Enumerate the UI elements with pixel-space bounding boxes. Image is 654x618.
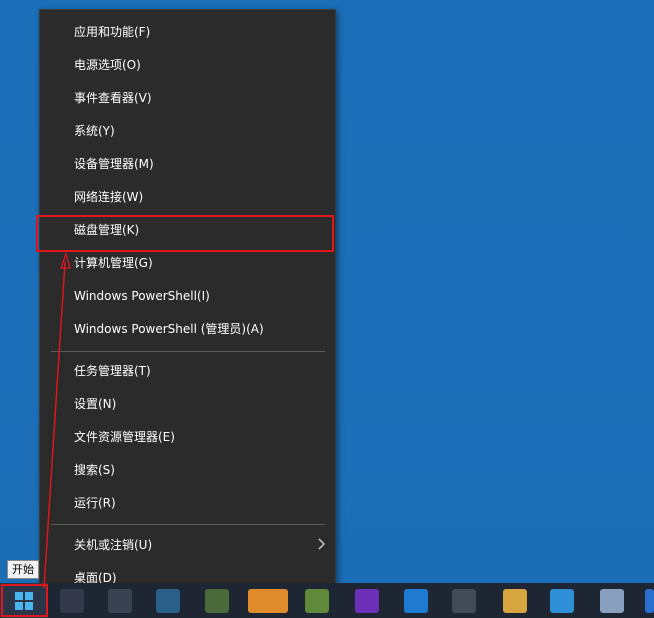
annotation-arrow-icon bbox=[43, 251, 71, 589]
